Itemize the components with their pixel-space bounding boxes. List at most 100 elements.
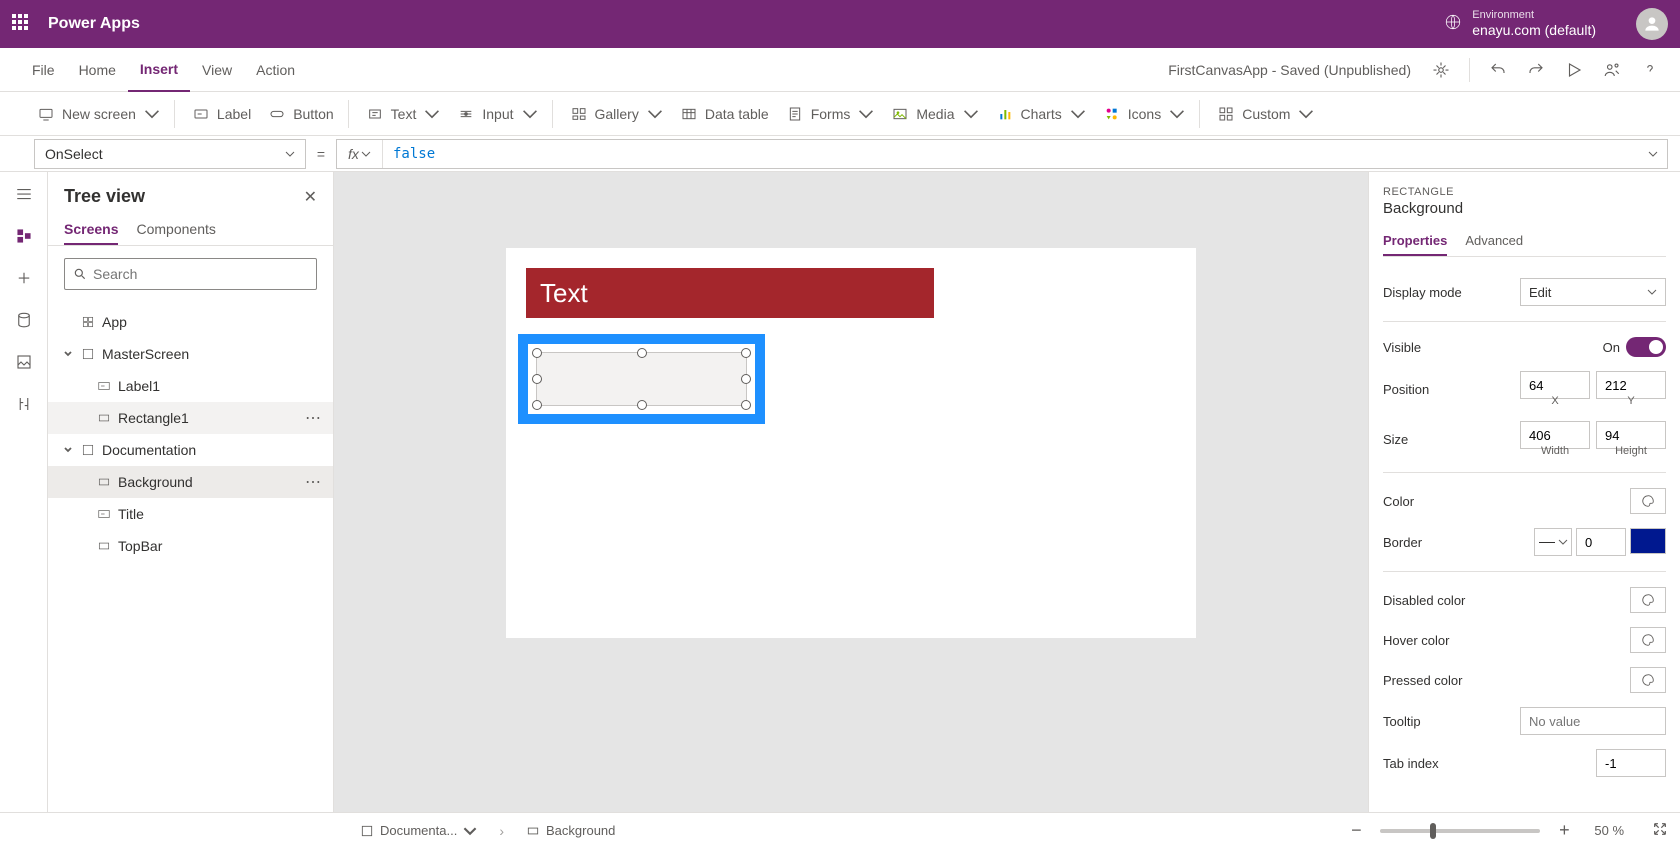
- menu-view[interactable]: View: [190, 48, 244, 92]
- color-swatch[interactable]: [1630, 488, 1666, 514]
- undo-icon[interactable]: [1488, 60, 1508, 80]
- resize-handle-w[interactable]: [532, 374, 542, 384]
- status-bar: Documenta... › Background − + 50 %: [0, 812, 1680, 848]
- resize-handle-se[interactable]: [741, 400, 751, 410]
- more-icon[interactable]: ⋯: [305, 408, 323, 428]
- tab-index-label: Tab index: [1383, 756, 1439, 771]
- screen-icon: [80, 442, 96, 458]
- media-button[interactable]: Media: [892, 106, 978, 122]
- menu-home[interactable]: Home: [67, 48, 128, 92]
- forms-button[interactable]: Forms: [787, 106, 875, 122]
- tree-search[interactable]: [64, 258, 317, 290]
- pressed-color-swatch[interactable]: [1630, 667, 1666, 693]
- waffle-icon[interactable]: [12, 14, 32, 34]
- disabled-color-swatch[interactable]: [1630, 587, 1666, 613]
- label-button[interactable]: Label: [193, 106, 251, 122]
- advanced-tools-icon[interactable]: [14, 394, 34, 414]
- visible-value: On: [1603, 340, 1620, 355]
- tree-item-label1[interactable]: Label1: [48, 370, 333, 402]
- rectangle-icon: [96, 474, 112, 490]
- app-checker-icon[interactable]: [1431, 60, 1451, 80]
- tooltip-input[interactable]: [1520, 707, 1666, 735]
- properties-panel: RECTANGLE Background Properties Advanced…: [1368, 172, 1680, 812]
- tree-item-topbar[interactable]: TopBar: [48, 530, 333, 562]
- tab-components[interactable]: Components: [136, 215, 215, 245]
- insert-icon[interactable]: [14, 268, 34, 288]
- app-topbar: Power Apps Environment enayu.com (defaul…: [0, 0, 1680, 48]
- fx-icon[interactable]: fx: [337, 140, 383, 168]
- data-table-button[interactable]: Data table: [681, 106, 769, 122]
- environment-picker[interactable]: Environment enayu.com (default): [1444, 9, 1596, 39]
- formula-input[interactable]: false: [383, 146, 1639, 162]
- media-icon[interactable]: [14, 352, 34, 372]
- button-label: Button: [293, 106, 333, 122]
- canvas-area[interactable]: Text: [334, 172, 1368, 812]
- close-panel-icon[interactable]: ✕: [304, 187, 317, 207]
- canvas[interactable]: Text: [506, 248, 1196, 638]
- position-label: Position: [1383, 382, 1429, 397]
- gallery-button[interactable]: Gallery: [571, 106, 663, 122]
- text-button[interactable]: Text: [367, 106, 441, 122]
- menu-action[interactable]: Action: [244, 48, 307, 92]
- icons-button[interactable]: Icons: [1104, 106, 1185, 122]
- app-title: Power Apps: [48, 15, 140, 33]
- menu-insert[interactable]: Insert: [128, 48, 190, 92]
- resize-handle-e[interactable]: [741, 374, 751, 384]
- tab-advanced[interactable]: Advanced: [1465, 227, 1523, 256]
- redo-icon[interactable]: [1526, 60, 1546, 80]
- zoom-slider[interactable]: [1380, 829, 1540, 833]
- document-status: FirstCanvasApp - Saved (Unpublished): [1168, 62, 1411, 78]
- resize-handle-nw[interactable]: [532, 348, 542, 358]
- new-screen-button[interactable]: New screen: [38, 106, 160, 122]
- data-icon[interactable]: [14, 310, 34, 330]
- display-mode-select[interactable]: Edit: [1520, 278, 1666, 306]
- border-color-swatch[interactable]: [1630, 528, 1666, 554]
- resize-handle-sw[interactable]: [532, 400, 542, 410]
- property-selector[interactable]: OnSelect: [34, 139, 306, 169]
- zoom-in-button[interactable]: +: [1554, 820, 1574, 841]
- user-avatar[interactable]: [1636, 8, 1668, 40]
- app-icon: [80, 314, 96, 330]
- canvas-text-label[interactable]: Text: [526, 268, 934, 318]
- hamburger-icon[interactable]: [14, 184, 34, 204]
- tree-item-background[interactable]: Background ⋯: [48, 466, 333, 498]
- tab-properties[interactable]: Properties: [1383, 227, 1447, 256]
- zoom-out-button[interactable]: −: [1346, 820, 1366, 841]
- play-icon[interactable]: [1564, 60, 1584, 80]
- tab-index-input[interactable]: [1596, 749, 1666, 777]
- visible-toggle[interactable]: [1626, 337, 1666, 357]
- help-icon[interactable]: [1640, 60, 1660, 80]
- button-button[interactable]: Button: [269, 106, 333, 122]
- breadcrumb-element[interactable]: Background: [518, 823, 623, 838]
- menubar: File Home Insert View Action FirstCanvas…: [0, 48, 1680, 92]
- label-label: Label: [217, 106, 251, 122]
- input-label: Input: [482, 106, 513, 122]
- more-icon[interactable]: ⋯: [305, 472, 323, 492]
- resize-handle-ne[interactable]: [741, 348, 751, 358]
- tree-item-title[interactable]: Title: [48, 498, 333, 530]
- fit-to-window-icon[interactable]: [1652, 821, 1668, 840]
- tree-item-documentation[interactable]: Documentation: [48, 434, 333, 466]
- tree-search-input[interactable]: [93, 266, 308, 282]
- input-button[interactable]: Input: [458, 106, 537, 122]
- tree-view-icon[interactable]: [14, 226, 34, 246]
- charts-button[interactable]: Charts: [997, 106, 1086, 122]
- canvas-selected-rectangle[interactable]: [518, 334, 765, 424]
- tree-item-rectangle1[interactable]: Rectangle1 ⋯: [48, 402, 333, 434]
- resize-handle-n[interactable]: [637, 348, 647, 358]
- menu-file[interactable]: File: [20, 48, 67, 92]
- resize-handle-s[interactable]: [637, 400, 647, 410]
- share-icon[interactable]: [1602, 60, 1622, 80]
- formula-expand-icon[interactable]: [1639, 149, 1667, 159]
- disabled-color-label: Disabled color: [1383, 593, 1465, 608]
- breadcrumb-screen[interactable]: Documenta...: [352, 823, 485, 838]
- custom-button[interactable]: Custom: [1218, 106, 1314, 122]
- hover-color-swatch[interactable]: [1630, 627, 1666, 653]
- ribbon: New screen Label Button Text Input Galle…: [0, 92, 1680, 136]
- tree-item-masterscreen[interactable]: MasterScreen: [48, 338, 333, 370]
- tab-screens[interactable]: Screens: [64, 215, 118, 245]
- border-width-input[interactable]: [1576, 528, 1626, 556]
- border-style-select[interactable]: [1534, 528, 1572, 556]
- display-mode-label: Display mode: [1383, 285, 1462, 300]
- tree-item-app[interactable]: App: [48, 306, 333, 338]
